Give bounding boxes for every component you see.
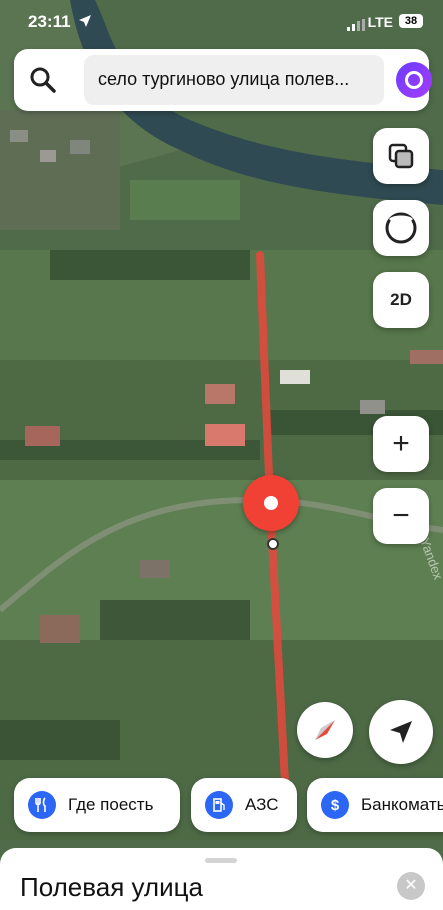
- 2d-toggle-button[interactable]: 2D: [373, 272, 429, 328]
- search-input[interactable]: село тургиново улица полев...: [84, 55, 384, 105]
- battery-icon: 38: [399, 14, 423, 28]
- 2d-label: 2D: [390, 290, 412, 309]
- network-type: LTE: [367, 14, 393, 30]
- navigation-arrow-icon: [390, 721, 412, 743]
- chip-label: Где поесть: [68, 795, 154, 814]
- sheet-grabber[interactable]: [205, 858, 237, 863]
- chip-atm[interactable]: $ Банкоматы: [307, 778, 443, 832]
- fork-knife-icon: [28, 791, 56, 819]
- layers-icon: [388, 143, 414, 169]
- chip-label: Банкоматы: [361, 795, 443, 814]
- location-pin[interactable]: [243, 475, 299, 531]
- chip-label: АЗС: [245, 795, 279, 814]
- zoom-in-icon: +: [392, 427, 410, 460]
- search-query: село тургиново улица полев...: [98, 69, 350, 89]
- place-title: Полевая улица: [20, 872, 203, 902]
- compass-icon: [315, 720, 335, 740]
- fuel-pump-icon: [205, 791, 233, 819]
- close-icon[interactable]: ✕: [397, 872, 425, 900]
- location-arrow-icon: [78, 14, 92, 33]
- pin-dot: [264, 496, 278, 510]
- place-bottom-sheet[interactable]: Полевая улица ✕: [0, 848, 443, 910]
- zoom-out-button[interactable]: −: [373, 488, 429, 544]
- dollar-icon: $: [321, 791, 349, 819]
- compass-button[interactable]: [297, 702, 353, 758]
- zoom-out-icon: −: [392, 499, 410, 532]
- signal-icon: [347, 18, 365, 36]
- search-icon[interactable]: [28, 65, 58, 95]
- status-time: 23:11: [28, 12, 71, 31]
- circle-view-icon: [385, 212, 417, 244]
- search-bar[interactable]: село тургиново улица полев...: [14, 49, 432, 111]
- chip-gas-station[interactable]: АЗС: [191, 778, 297, 832]
- layers-button[interactable]: [373, 128, 429, 184]
- my-location-button[interactable]: [369, 700, 433, 764]
- alice-voice-assistant-icon[interactable]: [396, 62, 432, 98]
- view-mode-button[interactable]: [373, 200, 429, 256]
- chip-where-to-eat[interactable]: Где поесть: [14, 778, 180, 832]
- pin-anchor: [267, 538, 279, 550]
- status-bar: 23:11 LTE 38: [0, 0, 443, 44]
- zoom-in-button[interactable]: +: [373, 416, 429, 472]
